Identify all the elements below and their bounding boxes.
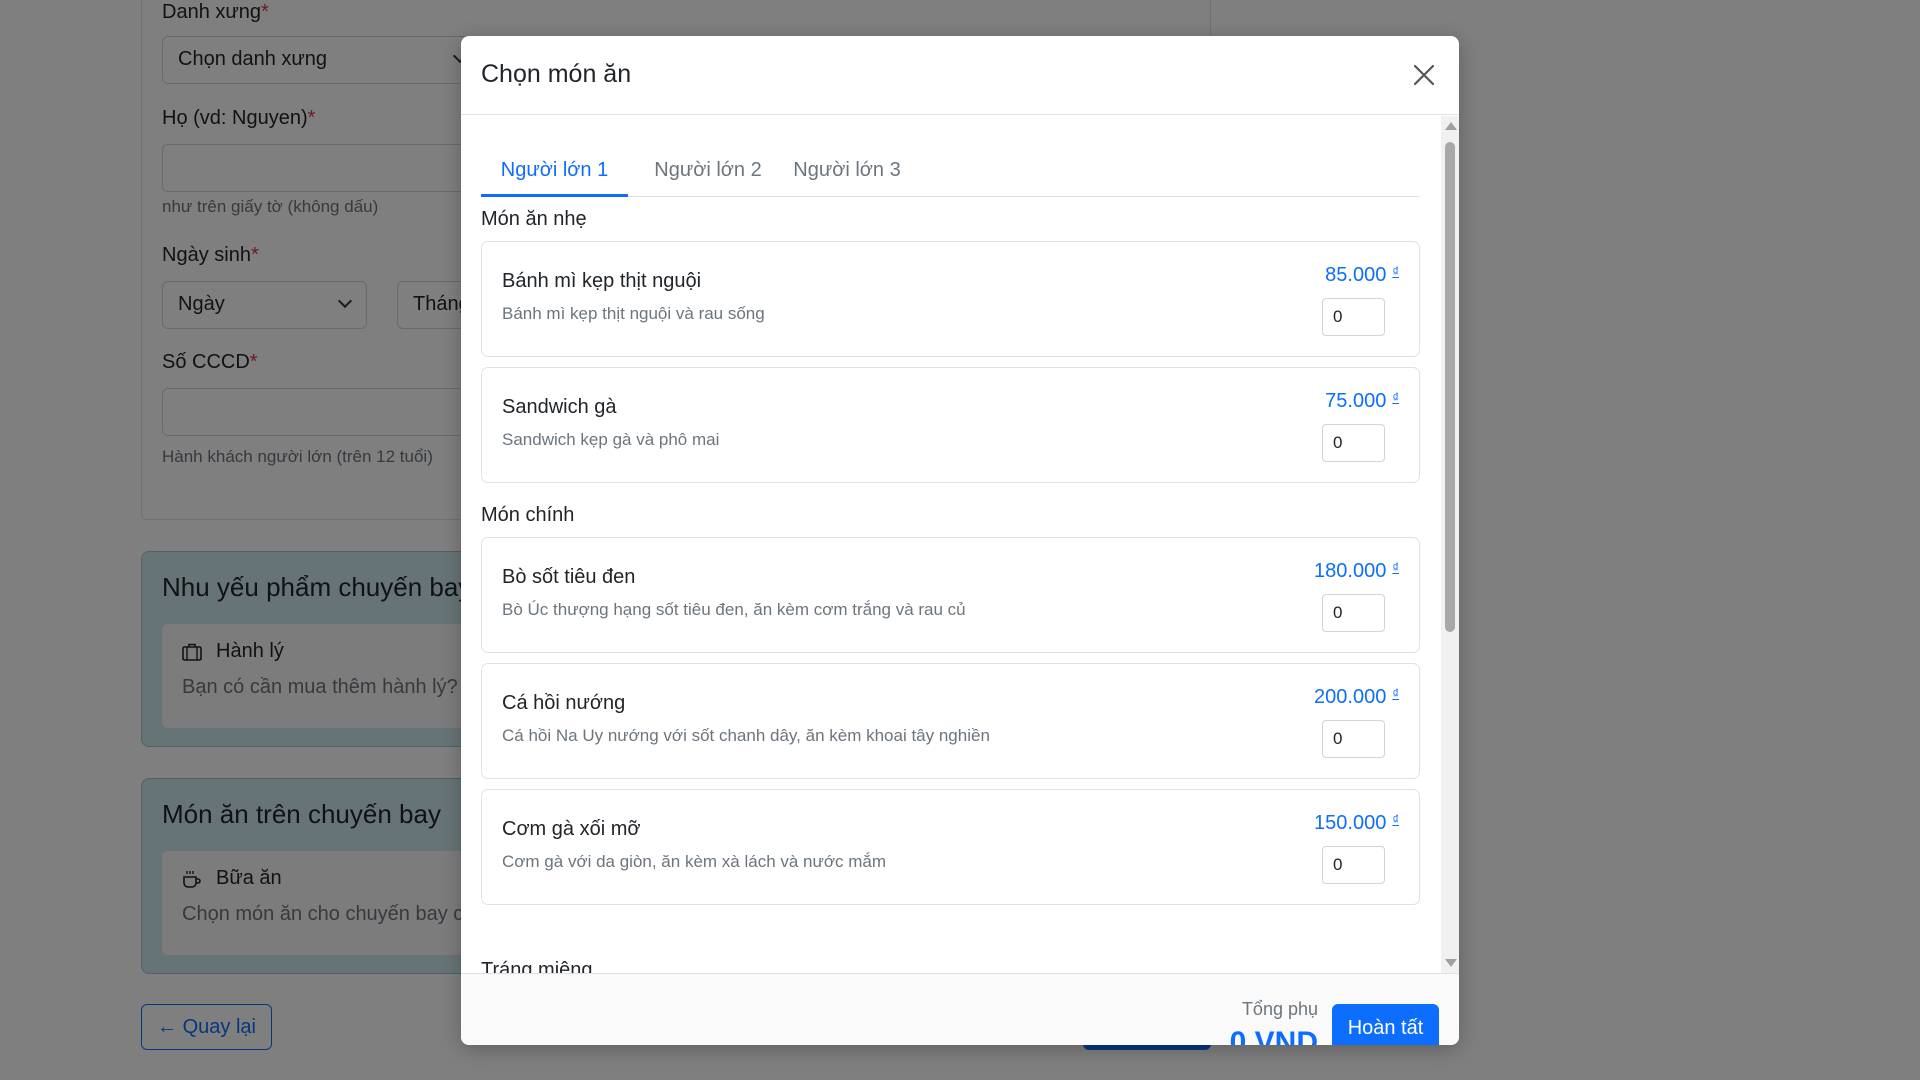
tab-adult-1[interactable]: Người lớn 1	[481, 145, 628, 197]
quantity-input[interactable]	[1322, 720, 1385, 758]
meal-item: Bò sốt tiêu đen Bò Úc thượng hạng sốt ti…	[481, 537, 1420, 653]
done-button[interactable]: Hoàn tất	[1332, 1004, 1439, 1045]
meal-name: Bò sốt tiêu đen	[502, 566, 636, 588]
passenger-tabs: Người lớn 1 Người lớn 2 Người lớn 3	[481, 145, 1420, 197]
section-title: Tráng miệng	[481, 959, 593, 973]
meal-name: Cá hồi nướng	[502, 692, 626, 714]
modal-header: Chọn món ăn	[461, 36, 1459, 115]
meal-description: Cá hồi Na Uy nướng với sốt chanh dây, ăn…	[502, 726, 990, 745]
quantity-input[interactable]	[1322, 424, 1385, 462]
meal-description: Cơm gà với da giòn, ăn kèm xà lách và nư…	[502, 852, 887, 871]
meal-item: Sandwich gà Sandwich kẹp gà và phô mai 7…	[481, 367, 1420, 483]
subtotal-value: 0 VND	[1229, 1026, 1318, 1045]
modal-footer: Tổng phụ 0 VND Hoàn tất	[461, 973, 1459, 1045]
scroll-up-arrow-icon[interactable]	[1445, 122, 1457, 130]
close-button[interactable]	[1407, 58, 1441, 92]
quantity-input[interactable]	[1322, 298, 1385, 336]
tab-adult-3[interactable]: Người lớn 3	[787, 145, 907, 197]
meal-price: 75.000 ₫	[1325, 390, 1399, 412]
subtotal-label: Tổng phụ	[1241, 999, 1318, 1019]
quantity-input[interactable]	[1322, 846, 1385, 884]
quantity-input[interactable]	[1322, 594, 1385, 632]
section-title: Món ăn nhẹ	[481, 208, 587, 230]
modal-body: Người lớn 1 Người lớn 2 Người lớn 3 Món …	[461, 116, 1459, 973]
meal-item: Bánh mì kẹp thịt nguội Bánh mì kẹp thịt …	[481, 241, 1420, 357]
scroll-down-arrow-icon[interactable]	[1445, 959, 1457, 967]
meal-item: Cá hồi nướng Cá hồi Na Uy nướng với sốt …	[481, 663, 1420, 779]
meal-description: Bò Úc thượng hạng sốt tiêu đen, ăn kèm c…	[502, 600, 966, 619]
meal-price: 180.000 ₫	[1314, 560, 1399, 582]
meal-item: Cơm gà xối mỡ Cơm gà với da giòn, ăn kèm…	[481, 789, 1420, 905]
meal-name: Cơm gà xối mỡ	[502, 818, 641, 840]
meal-description: Bánh mì kẹp thịt nguội và rau sống	[502, 304, 765, 323]
meal-name: Sandwich gà	[502, 396, 617, 418]
close-icon	[1413, 64, 1435, 86]
modal-scrollbar[interactable]	[1441, 116, 1459, 973]
meal-price: 85.000 ₫	[1325, 264, 1399, 286]
modal-title: Chọn món ăn	[481, 60, 632, 88]
meal-price: 150.000 ₫	[1314, 812, 1399, 834]
tab-adult-2[interactable]: Người lớn 2	[648, 145, 768, 197]
meal-name: Bánh mì kẹp thịt nguội	[502, 270, 702, 292]
meal-price: 200.000 ₫	[1314, 686, 1399, 708]
scrollbar-thumb[interactable]	[1445, 142, 1455, 632]
section-title: Món chính	[481, 504, 575, 526]
meal-selection-modal: Chọn món ăn Người lớn 1 Người lớn 2 Ngườ…	[461, 36, 1459, 1045]
meal-description: Sandwich kẹp gà và phô mai	[502, 430, 720, 449]
